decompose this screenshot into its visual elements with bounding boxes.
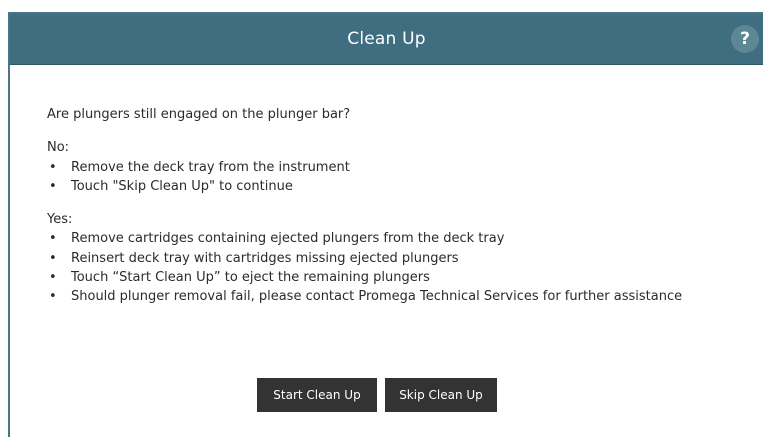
list-item: • Touch "Skip Clean Up" to continue: [47, 177, 747, 196]
dialog-titlebar: Clean Up ?: [10, 14, 763, 65]
list-item: • Remove the deck tray from the instrumen…: [47, 158, 747, 177]
bullet-icon: •: [49, 289, 57, 305]
list-item: • Touch “Start Clean Up” to eject the rem…: [47, 268, 747, 287]
no-list: • Remove the deck tray from the instrumen…: [47, 158, 747, 197]
bullet-icon: •: [49, 178, 57, 194]
dialog-content: Are plungers still engaged on the plunge…: [47, 105, 747, 307]
list-item: • Should plunger removal fail, please con…: [47, 287, 747, 306]
start-clean-up-button[interactable]: Start Clean Up: [257, 378, 377, 412]
bullet-icon: •: [49, 270, 57, 286]
bullet-icon: •: [49, 159, 57, 175]
bullet-icon: •: [49, 250, 57, 266]
skip-clean-up-button[interactable]: Skip Clean Up: [385, 378, 497, 412]
top-strip: [0, 0, 763, 12]
list-item: • Reinsert deck tray with cartridges miss…: [47, 249, 747, 268]
yes-list: • Remove cartridges containing ejected pl…: [47, 229, 747, 306]
dialog-buttons: Start Clean Up Skip Clean Up: [257, 378, 497, 412]
bullet-icon: •: [49, 231, 57, 247]
help-icon: ?: [740, 29, 750, 49]
question-text: Are plungers still engaged on the plunge…: [47, 107, 351, 122]
dialog-title: Clean Up: [347, 29, 426, 49]
help-button[interactable]: ?: [731, 25, 759, 53]
yes-heading: Yes:: [47, 212, 73, 228]
no-heading: No:: [47, 140, 70, 156]
list-item: • Remove cartridges containing ejected pl…: [47, 229, 747, 248]
